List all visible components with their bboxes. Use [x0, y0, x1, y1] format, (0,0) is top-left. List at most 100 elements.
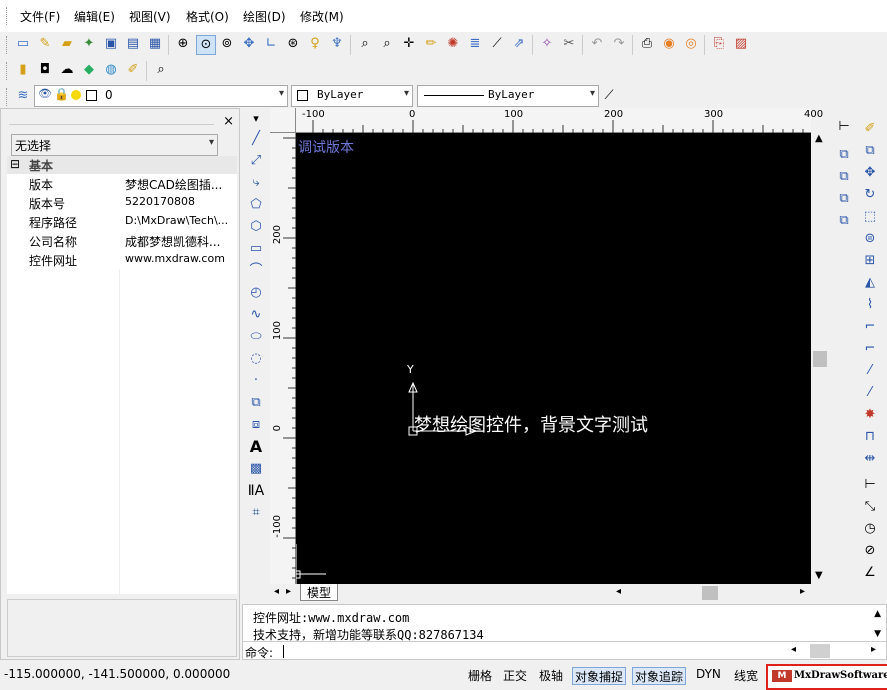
scroll-up-icon[interactable]: ▲ [815, 133, 823, 144]
diameter-dimension-icon[interactable]: ⊘ [861, 542, 879, 560]
copy-icon[interactable]: ⧉ [835, 146, 853, 164]
table-row[interactable]: 版本号 5220170808 [7, 193, 237, 213]
menu-edit[interactable]: 编辑(E) [74, 8, 115, 25]
copy-icon[interactable]: ⧉ [835, 190, 853, 208]
close-icon[interactable]: × [223, 114, 234, 129]
open-file-icon[interactable]: ✎ [36, 35, 54, 53]
menu-view[interactable]: 视图(V) [129, 8, 171, 25]
cloud-icon[interactable]: ☁ [58, 61, 76, 79]
point-icon[interactable]: · [247, 372, 265, 390]
menu-modify[interactable]: 修改(M) [300, 8, 344, 25]
table-row[interactable]: 程序路径 D:\MxDraw\Tech\... [7, 212, 237, 232]
table-row[interactable]: 版本 梦想CAD绘图插... [7, 174, 237, 194]
offset-icon[interactable]: ⊜ [861, 230, 879, 248]
menu-draw[interactable]: 绘图(D) [243, 8, 286, 25]
status-osnap[interactable]: 对象捕捉 [572, 667, 627, 685]
multiline-text-icon[interactable]: ⅡA [247, 482, 265, 500]
undo-icon[interactable]: ↶ [588, 35, 606, 53]
copy-icon[interactable]: ⧉ [835, 168, 853, 186]
open-folder-icon[interactable]: ▰ [58, 35, 76, 53]
print-icon[interactable]: ⎙ [638, 35, 656, 53]
linear-dimension-icon[interactable]: ⊢ [861, 476, 879, 494]
window-icon[interactable]: ▦ [146, 35, 164, 53]
drawing-canvas[interactable]: 调试版本 Y 梦想绘图控件，背景文字测试 [296, 133, 811, 584]
linetype-select[interactable]: ByLayer ▾ [417, 85, 599, 107]
image-export-icon[interactable]: ▨ [732, 35, 750, 53]
scroll-right-icon[interactable]: ▸ [871, 644, 876, 655]
crosshair-icon[interactable]: ✛ [400, 35, 418, 53]
pencil-icon[interactable]: ✏ [422, 35, 440, 53]
render-icon[interactable]: ◉ [660, 35, 678, 53]
eraser-icon[interactable]: ✐ [861, 120, 879, 138]
angular-dimension-icon[interactable]: ∠ [861, 564, 879, 582]
status-grid[interactable]: 栅格 [466, 667, 494, 683]
light-icon[interactable]: ♀ [306, 35, 324, 53]
status-ortho[interactable]: 正交 [501, 667, 529, 683]
layer-select[interactable]: 👁 🔒 0 ▾ [34, 85, 288, 107]
tab-prev-icon[interactable]: ◂ [274, 586, 279, 597]
color-select[interactable]: ByLayer ▾ [291, 85, 413, 107]
insert-block-icon[interactable]: ⧉ [247, 394, 265, 412]
scroll-left-icon[interactable]: ◂ [616, 586, 621, 597]
scroll-up-icon[interactable]: ▲ [874, 609, 881, 619]
make-block-icon[interactable]: ⧈ [247, 416, 265, 434]
zoom-extents-icon[interactable]: ⊚ [218, 35, 236, 53]
magnify-icon[interactable]: ⌕ [152, 61, 170, 79]
mirror-icon[interactable]: ◭ [861, 274, 879, 292]
aligned-dimension-icon[interactable]: ⤡ [861, 498, 879, 516]
radius-dimension-icon[interactable]: ◷ [861, 520, 879, 538]
find-icon[interactable]: ⌕ [356, 35, 374, 53]
line-weight-icon[interactable]: ⟋ [600, 87, 618, 105]
status-lineweight[interactable]: 线宽 [732, 667, 760, 683]
explode-icon[interactable]: ✸ [861, 406, 879, 424]
material-icon[interactable]: ◎ [682, 35, 700, 53]
save-as-icon[interactable]: ▤ [124, 35, 142, 53]
menu-format[interactable]: 格式(O) [186, 8, 229, 25]
spline-icon[interactable]: ∿ [247, 306, 265, 324]
scale-icon[interactable]: ⬚ [861, 208, 879, 226]
scroll-thumb[interactable] [702, 586, 718, 600]
polyline-icon[interactable]: ⤷ [247, 174, 265, 192]
dimension-icon[interactable]: ⊢ [835, 118, 853, 136]
match-properties-icon[interactable]: ✧ [538, 35, 556, 53]
trim-icon[interactable]: ⌐ [861, 340, 879, 358]
pdf-icon[interactable]: ⎘ [710, 35, 728, 53]
zoom-in-icon[interactable]: ⊕ [174, 35, 192, 53]
hatch-icon[interactable]: ▩ [247, 460, 265, 478]
scroll-down-icon[interactable]: ▼ [815, 570, 823, 581]
erase-icon[interactable]: ✂ [560, 35, 578, 53]
scroll-left-icon[interactable]: ◂ [791, 644, 796, 655]
break-icon[interactable]: ⁄ [861, 384, 879, 402]
chamfer-icon[interactable]: ⌐ [861, 318, 879, 336]
fillet-icon[interactable]: ⌇ [861, 296, 879, 314]
layer-manager-icon[interactable]: ≋ [14, 87, 32, 105]
status-dyn[interactable]: DYN [694, 667, 723, 683]
scroll-thumb[interactable] [813, 351, 827, 367]
save-icon[interactable]: ▣ [102, 35, 120, 53]
camera-icon[interactable]: ◘ [36, 61, 54, 79]
stretch-icon[interactable]: ⊓ [861, 428, 879, 446]
ucs-icon[interactable]: ∟ [262, 35, 280, 53]
command-input[interactable] [283, 645, 284, 658]
polygon-icon[interactable]: ⬠ [247, 196, 265, 214]
layers-icon[interactable]: ≣ [466, 35, 484, 53]
selection-select[interactable]: 无选择 ▾ [11, 134, 218, 156]
polygon-icon[interactable]: ⬡ [247, 218, 265, 236]
vertical-scrollbar[interactable]: ▲ ▼ [811, 133, 829, 584]
search-icon[interactable]: ⌕ [378, 35, 396, 53]
array-icon[interactable]: ⊞ [861, 252, 879, 270]
rectangle-icon[interactable]: ▭ [247, 240, 265, 258]
join-icon[interactable]: ⇹ [861, 450, 879, 468]
comment-icon[interactable]: ◆ [80, 61, 98, 79]
pan-icon[interactable]: ✥ [240, 35, 258, 53]
scroll-thumb[interactable] [810, 644, 830, 658]
globe-icon[interactable]: ◍ [102, 61, 120, 79]
note-icon[interactable]: ▮ [14, 61, 32, 79]
status-polar[interactable]: 极轴 [537, 667, 565, 683]
arc-icon[interactable]: ⌒ [247, 262, 265, 280]
rotate-icon[interactable]: ↻ [861, 186, 879, 204]
collapse-icon[interactable]: ⊟ [10, 157, 20, 171]
copy-icon[interactable]: ⧉ [835, 212, 853, 230]
group-header[interactable]: ⊟ 基本 [7, 156, 237, 174]
move-icon[interactable]: ✥ [861, 164, 879, 182]
